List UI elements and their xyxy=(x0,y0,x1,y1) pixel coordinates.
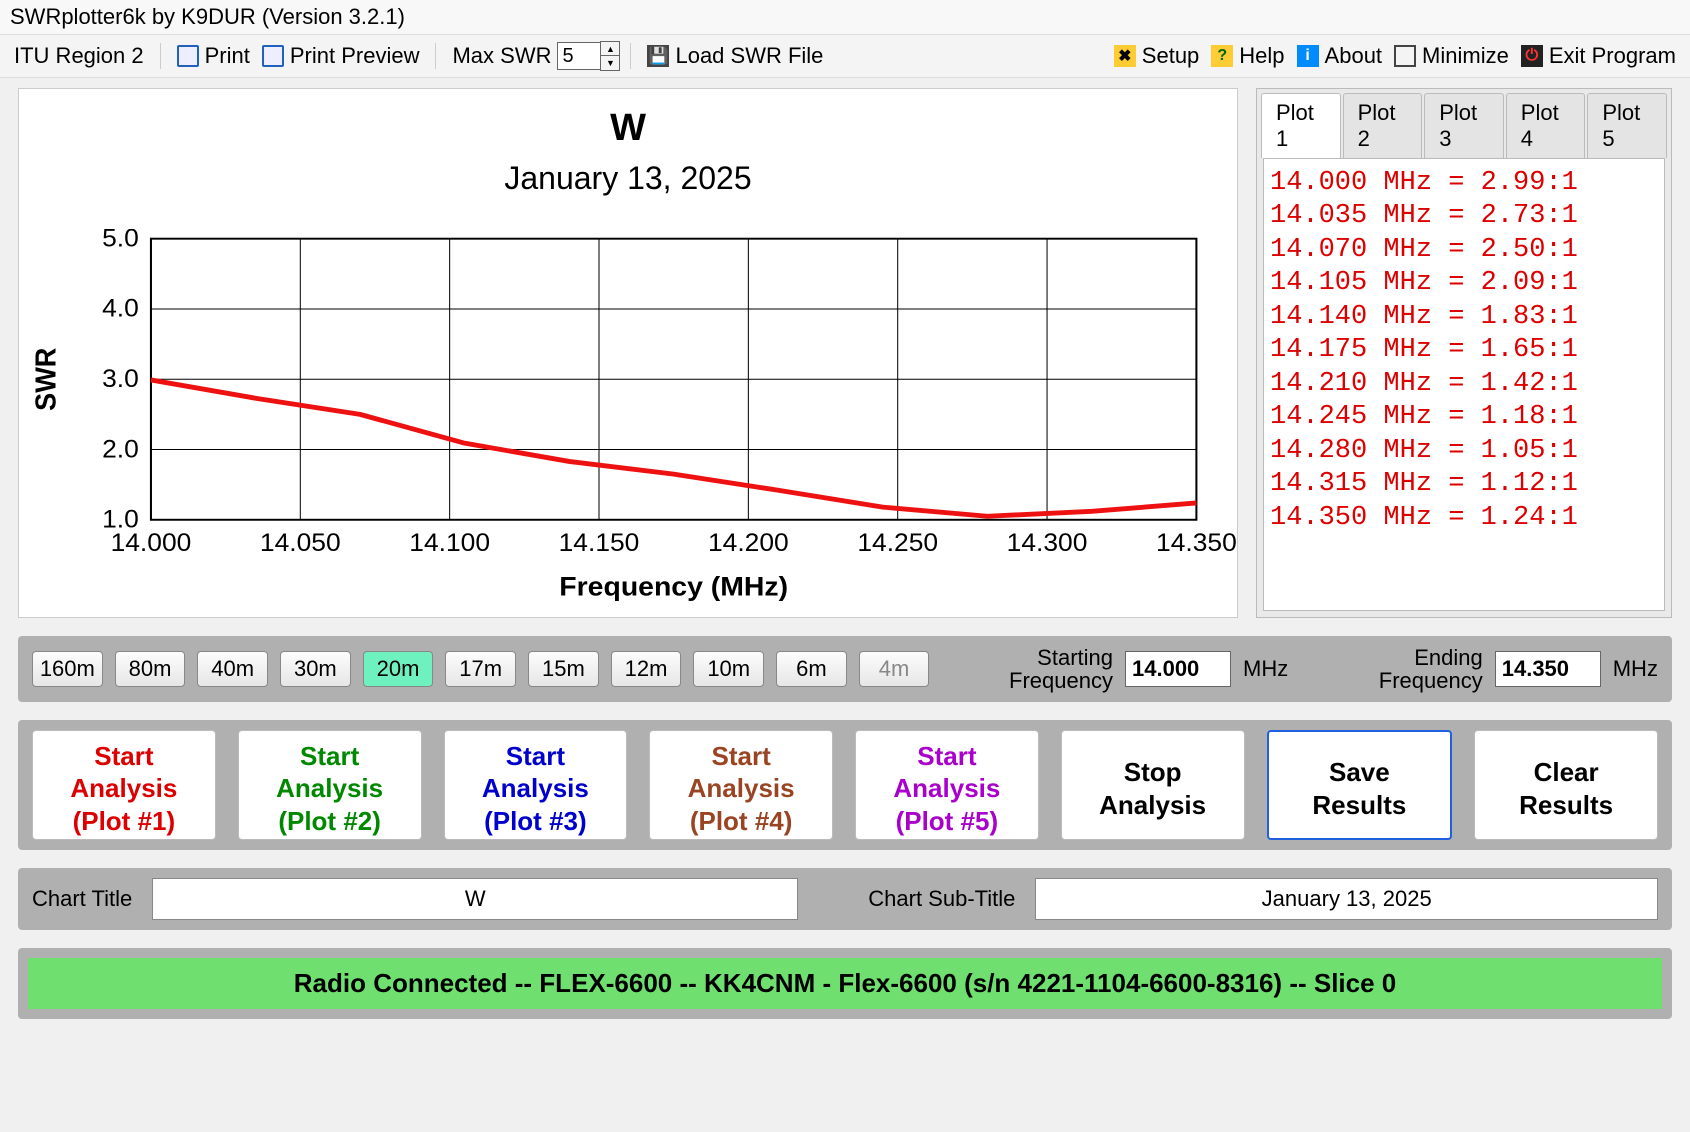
itu-region-button[interactable]: ITU Region 2 xyxy=(8,41,150,71)
help-button[interactable]: ? Help xyxy=(1205,41,1290,71)
spinner-up-icon[interactable]: ▲ xyxy=(601,42,619,56)
chart-subtitle: January 13, 2025 xyxy=(19,160,1237,197)
svg-text:14.150: 14.150 xyxy=(559,529,640,556)
about-button[interactable]: i About xyxy=(1291,41,1389,71)
svg-text:SWR: SWR xyxy=(30,348,62,411)
svg-text:14.300: 14.300 xyxy=(1007,529,1088,556)
chart-title-label: Chart Title xyxy=(32,886,132,912)
radio-status: Radio Connected -- FLEX-6600 -- KK4CNM -… xyxy=(28,958,1662,1009)
power-icon: ⏻ xyxy=(1521,45,1543,67)
floppy-icon: 💾 xyxy=(647,45,669,67)
svg-text:14.250: 14.250 xyxy=(857,529,938,556)
band-12m-button[interactable]: 12m xyxy=(611,651,682,687)
band-10m-button[interactable]: 10m xyxy=(693,651,764,687)
toolbar: ITU Region 2 Print Print Preview Max SWR… xyxy=(0,34,1690,78)
window-title: SWRplotter6k by K9DUR (Version 3.2.1) xyxy=(0,0,1690,34)
svg-text:14.350: 14.350 xyxy=(1156,529,1237,556)
print-preview-button[interactable]: Print Preview xyxy=(256,41,426,71)
printer-icon xyxy=(262,45,284,67)
ending-frequency-input[interactable] xyxy=(1495,651,1601,687)
max-swr-spinner[interactable]: ▲ ▼ xyxy=(600,41,620,71)
band-20m-button[interactable]: 20m xyxy=(363,651,434,687)
plot-data-panel: Plot 1Plot 2Plot 3Plot 4Plot 5 14.000 MH… xyxy=(1256,88,1672,618)
stop-analysis-button[interactable]: Stop Analysis xyxy=(1061,730,1245,840)
spinner-down-icon[interactable]: ▼ xyxy=(601,56,619,69)
load-swr-file-button[interactable]: 💾 Load SWR File xyxy=(641,41,829,71)
band-30m-button[interactable]: 30m xyxy=(280,651,351,687)
clear-results-button[interactable]: Clear Results xyxy=(1474,730,1658,840)
band-160m-button[interactable]: 160m xyxy=(32,651,103,687)
start-analysis-plot5-button[interactable]: Start Analysis (Plot #5) xyxy=(855,730,1039,840)
plot-tab-4[interactable]: Plot 4 xyxy=(1506,93,1586,158)
band-80m-button[interactable]: 80m xyxy=(115,651,186,687)
starting-frequency-unit: MHz xyxy=(1243,656,1288,682)
ending-frequency-label: Ending Frequency xyxy=(1329,646,1482,692)
band-6m-button[interactable]: 6m xyxy=(776,651,847,687)
starting-frequency-input[interactable] xyxy=(1125,651,1231,687)
tools-icon: ✖ xyxy=(1114,45,1136,67)
question-icon: ? xyxy=(1211,45,1233,67)
svg-text:14.000: 14.000 xyxy=(111,529,192,556)
plot-tab-1[interactable]: Plot 1 xyxy=(1261,93,1341,158)
chart-title-input[interactable] xyxy=(152,878,798,920)
band-15m-button[interactable]: 15m xyxy=(528,651,599,687)
save-results-button[interactable]: Save Results xyxy=(1267,730,1453,840)
plot-tab-3[interactable]: Plot 3 xyxy=(1424,93,1504,158)
minimize-icon xyxy=(1394,45,1416,67)
svg-text:14.100: 14.100 xyxy=(409,529,490,556)
plot-tab-5[interactable]: Plot 5 xyxy=(1587,93,1667,158)
svg-text:5.0: 5.0 xyxy=(102,229,139,252)
svg-text:Frequency (MHz): Frequency (MHz) xyxy=(559,571,788,601)
chart-sub-title-label: Chart Sub-Title xyxy=(868,886,1015,912)
svg-text:14.050: 14.050 xyxy=(260,529,341,556)
plot-data-list[interactable]: 14.000 MHz = 2.99:1 14.035 MHz = 2.73:1 … xyxy=(1263,158,1665,611)
start-analysis-plot3-button[interactable]: Start Analysis (Plot #3) xyxy=(444,730,628,840)
plot-tab-2[interactable]: Plot 2 xyxy=(1343,93,1423,158)
chart-sub-title-input[interactable] xyxy=(1035,878,1658,920)
start-analysis-plot4-button[interactable]: Start Analysis (Plot #4) xyxy=(649,730,833,840)
info-icon: i xyxy=(1297,45,1319,67)
svg-text:2.0: 2.0 xyxy=(102,436,139,463)
setup-button[interactable]: ✖ Setup xyxy=(1108,41,1206,71)
print-button[interactable]: Print xyxy=(171,41,256,71)
chart-title: W xyxy=(19,107,1237,150)
ending-frequency-unit: MHz xyxy=(1613,656,1658,682)
band-40m-button[interactable]: 40m xyxy=(197,651,268,687)
start-analysis-plot1-button[interactable]: Start Analysis (Plot #1) xyxy=(32,730,216,840)
max-swr-label: Max SWR xyxy=(446,41,557,71)
svg-text:3.0: 3.0 xyxy=(102,365,139,392)
starting-frequency-label: Starting Frequency xyxy=(953,646,1113,692)
minimize-button[interactable]: Minimize xyxy=(1388,41,1515,71)
swr-chart: W January 13, 2025 1.02.03.04.05.014.000… xyxy=(18,88,1238,618)
band-4m-button: 4m xyxy=(859,651,930,687)
band-17m-button[interactable]: 17m xyxy=(445,651,516,687)
svg-text:4.0: 4.0 xyxy=(102,295,139,322)
max-swr-input[interactable] xyxy=(557,42,601,70)
svg-text:14.200: 14.200 xyxy=(708,529,789,556)
exit-program-button[interactable]: ⏻ Exit Program xyxy=(1515,41,1682,71)
start-analysis-plot2-button[interactable]: Start Analysis (Plot #2) xyxy=(238,730,422,840)
printer-icon xyxy=(177,45,199,67)
